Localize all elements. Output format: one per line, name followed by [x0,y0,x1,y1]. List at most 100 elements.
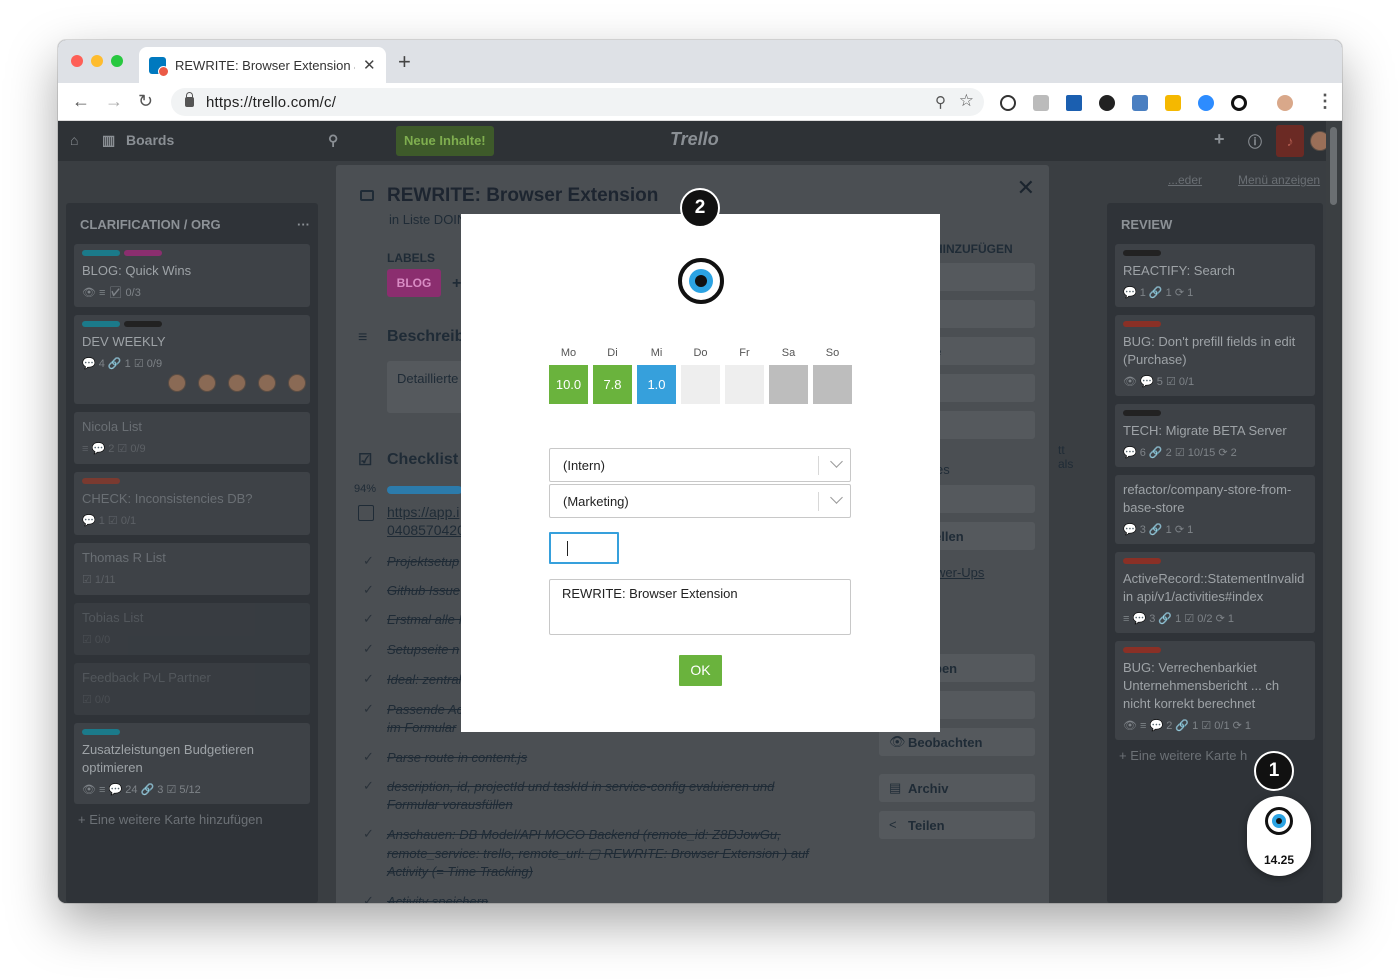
list-card[interactable]: refactor/company-store-from-base-store 💬… [1115,475,1315,544]
checklist-item-link-2[interactable]: 0408570420 [387,521,465,539]
list-card[interactable]: REACTIFY: Search 💬 1 🔗 1 ⟳ 1 [1115,244,1315,307]
checklist-item-done[interactable]: Erstmal alle I [387,611,462,629]
close-tab-icon[interactable]: ✕ [363,56,376,74]
timer-fab[interactable]: 14.25 [1247,796,1311,876]
list-card[interactable]: Feedback PvL Partner ☑ 0/0 [74,663,310,715]
reload-icon[interactable]: ↻ [138,91,153,112]
list-card[interactable]: Zusatzleistungen Budgetieren optimieren … [74,723,310,804]
action-watch-button[interactable]: 👁 Beobachten [879,728,1035,756]
bookmark-star-icon[interactable]: ☆ [959,91,974,111]
checklist-item-done[interactable]: Activity (= Time Tracking) [387,863,533,881]
boards-button[interactable]: Boards [126,132,174,148]
card-list-link[interactable]: in Liste DOIN [389,212,466,227]
zoom-video-extension-icon[interactable] [1198,95,1214,111]
project-select[interactable]: (Intern) [549,448,851,482]
checklist-item-done[interactable]: remote_service: trello, remote_url: ▢ RE… [387,845,809,863]
close-card-icon[interactable]: ✕ [1017,175,1035,201]
hours-input[interactable] [549,532,619,564]
checkmark-icon[interactable]: ✓ [363,582,374,598]
checklist-item-done[interactable]: Anschauen: DB Model/API MOCO Backend (re… [387,826,781,844]
day-so[interactable]: So [813,347,852,404]
checklist-item-done[interactable]: im Formular [387,719,456,737]
add-label-icon[interactable]: + [452,275,461,293]
ok-button[interactable]: OK [679,655,722,686]
checkmark-icon[interactable]: ✓ [363,893,374,903]
checklist-item-done[interactable]: Setupseite n [387,641,459,659]
day-mo[interactable]: Mo 10.0 [549,347,588,404]
day-di[interactable]: Di 7.8 [593,347,632,404]
checklist-item-done[interactable]: Passende Ac [387,701,463,719]
day-mi[interactable]: Mi 1.0 [637,347,676,404]
checklist-item-done[interactable]: Projektsetup [387,553,459,571]
checkmark-icon[interactable]: ✓ [363,671,374,687]
task-select[interactable]: (Marketing) [549,484,851,518]
checklist-item-done[interactable]: Github Issue [387,582,460,600]
notification-bell-icon[interactable]: ♪ [1276,125,1304,157]
add-card-button[interactable]: + Eine weitere Karte hinzufügen [78,812,306,827]
neue-inhalte-button[interactable]: Neue Inhalte! [396,126,494,156]
list-card[interactable]: BUG: Don't prefill fields in edit (Purch… [1115,315,1315,396]
info-icon[interactable]: ⓘ [1248,132,1262,152]
checklist-item-done[interactable]: Ideal: zentral [387,671,461,689]
info-extension-icon[interactable] [1000,95,1016,111]
checkmark-icon[interactable]: ✓ [363,749,374,765]
checkmark-icon[interactable]: ✓ [363,641,374,657]
list-card[interactable]: Tobias List ☑ 0/0 [74,603,310,655]
checklist-item-done[interactable]: Parse route in content.js [387,749,527,767]
action-archive-button[interactable]: ▤ Archiv [879,774,1035,802]
checklist-checkbox[interactable] [358,505,374,521]
checklist-item-done[interactable]: Activity speichern [387,893,488,903]
list-card[interactable]: BLOG: Quick Wins 👁 ≡ ☑ 0/3 [74,244,310,307]
day-sa[interactable]: Sa [769,347,808,404]
robot-extension-icon[interactable] [1132,95,1148,111]
list-card[interactable]: BUG: Verrechenbarkiet Unternehmensberich… [1115,641,1315,740]
board-header-link[interactable]: ...eder [1168,173,1202,187]
powerups-link[interactable]: wer-Ups [936,565,984,580]
bell-extension-icon[interactable] [1165,95,1181,111]
y-extension-icon[interactable] [1066,95,1082,111]
list-menu-icon[interactable]: ··· [297,217,310,232]
address-bar[interactable]: https://trello.com/c/ ⚲ ☆ [171,88,984,116]
home-icon[interactable]: ⌂ [70,132,78,148]
card-detail-title[interactable]: REWRITE: Browser Extension [387,185,658,207]
drive-extension-icon[interactable] [1033,95,1049,111]
checklist-item-link[interactable]: https://app.i [387,503,459,521]
list-card[interactable]: ActiveRecord::StatementInvalid in api/v1… [1115,552,1315,633]
checkmark-icon[interactable]: ✓ [363,611,374,627]
browser-menu-icon[interactable]: ⋮ [1316,91,1334,112]
new-tab-button[interactable]: + [398,51,411,73]
checkmark-icon[interactable]: ✓ [363,778,374,794]
tab-title: REWRITE: Browser Extension a [175,57,355,73]
checkmark-icon[interactable]: ✓ [363,701,374,717]
camera-extension-icon[interactable] [1099,95,1115,111]
day-do[interactable]: Do [681,347,720,404]
minimize-window-icon[interactable] [91,55,103,67]
action-share-button[interactable]: < Teilen [879,811,1035,839]
zoom-icon[interactable]: ⚲ [935,93,946,111]
page-scrollbar[interactable] [1326,121,1342,903]
day-fr[interactable]: Fr [725,347,764,404]
close-window-icon[interactable] [71,55,83,67]
description-textarea[interactable]: REWRITE: Browser Extension [549,579,851,635]
checklist-item-done[interactable]: Formular vorausfüllen [387,796,513,814]
search-icon[interactable]: ⚲ [328,132,338,149]
list-card[interactable]: Nicola List ≡ 💬 2 ☑ 0/9 [74,412,310,464]
maximize-window-icon[interactable] [111,55,123,67]
trello-logo[interactable]: Trello [670,129,719,150]
list-card[interactable]: CHECK: Inconsistencies DB? 💬 1 ☑ 0/1 [74,472,310,535]
eye-extension-icon[interactable] [1231,95,1247,111]
forward-arrow-icon[interactable]: → [105,91,123,112]
checklist-item-done[interactable]: description, id, projectId und taskId in… [387,778,774,796]
back-arrow-icon[interactable]: ← [72,91,90,112]
show-menu-link[interactable]: Menü anzeigen [1238,173,1320,187]
profile-avatar-icon[interactable] [1277,95,1293,111]
label-blog[interactable]: BLOG [387,269,441,297]
add-icon[interactable]: + [1214,129,1225,150]
list-card[interactable]: DEV WEEKLY 💬 4 🔗 1 ☑ 0/9 [74,315,310,404]
checkmark-icon[interactable]: ✓ [363,553,374,569]
boards-icon[interactable]: ▥ [102,132,115,149]
list-card[interactable]: Thomas R List ☑ 1/11 [74,543,310,595]
list-card[interactable]: TECH: Migrate BETA Server 💬 6 🔗 2 ☑ 10/1… [1115,404,1315,467]
browser-tab[interactable]: REWRITE: Browser Extension a ✕ [139,47,386,83]
checkmark-icon[interactable]: ✓ [363,826,374,842]
